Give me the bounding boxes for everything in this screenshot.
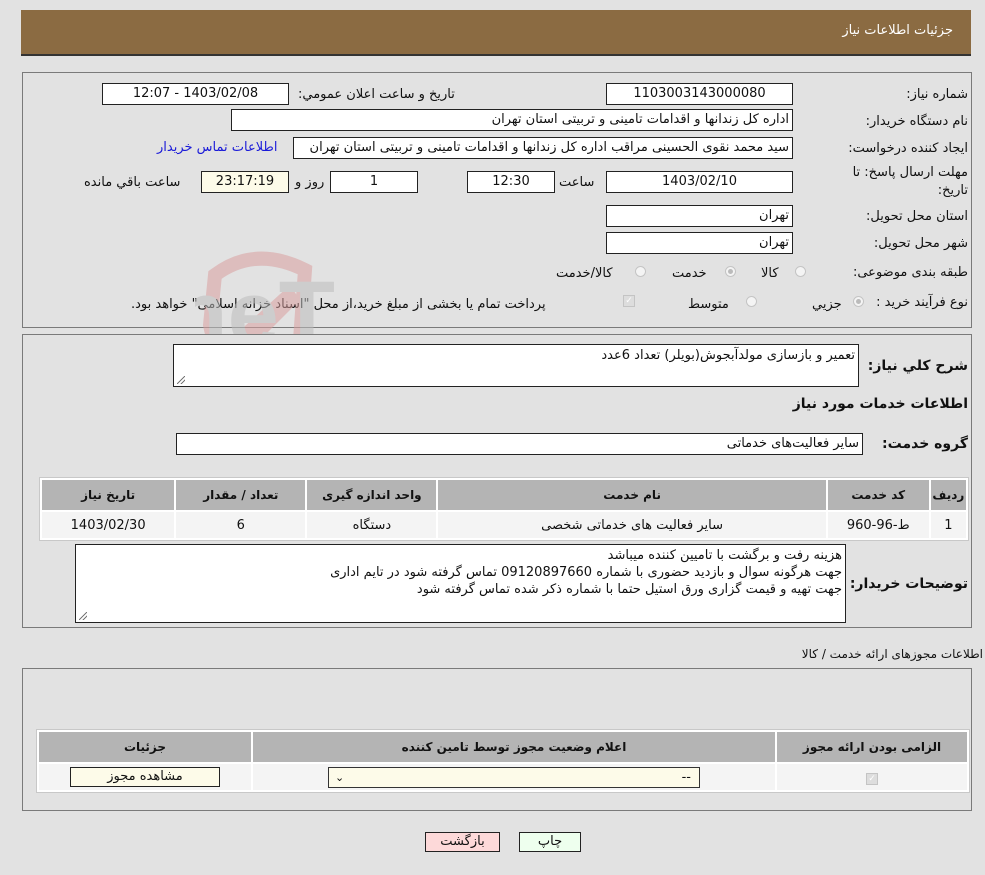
province-label: استان محل تحویل: bbox=[866, 209, 968, 224]
services-title: اطلاعات خدمات مورد نياز bbox=[792, 396, 968, 412]
col-permit-status: اعلام وضعیت مجوز توسط تامین کننده bbox=[253, 732, 775, 762]
cell-row: 1 bbox=[930, 512, 966, 538]
buyer-notes-textarea: هزینه رفت و برگشت با تامیین کننده میباشد… bbox=[75, 544, 846, 623]
cell-permit-details: مشاهده مجوز bbox=[39, 764, 251, 790]
service-group-label: گروه خدمت: bbox=[882, 436, 968, 452]
print-button[interactable]: چاپ bbox=[519, 832, 581, 852]
city-field: تهران bbox=[606, 232, 793, 254]
col-service-code: کد خدمت bbox=[827, 480, 929, 510]
permits-title: اطلاعات مجوزهای ارائه خدمت / کالا bbox=[801, 647, 983, 661]
category-radio-service[interactable] bbox=[725, 266, 736, 277]
resize-handle-icon[interactable] bbox=[79, 612, 87, 620]
col-row: رديف bbox=[930, 480, 966, 510]
cell-service-code: ط-96-960 bbox=[827, 512, 929, 538]
view-permit-button[interactable]: مشاهده مجوز bbox=[70, 767, 220, 787]
announce-label: تاريخ و ساعت اعلان عمومي: bbox=[298, 87, 455, 102]
back-button[interactable]: بازگشت bbox=[425, 832, 500, 852]
buyer-note-line: جهت هرگونه سوال و بازدید حضوری با شماره … bbox=[330, 565, 842, 580]
services-table-header: رديف کد خدمت نام خدمت واحد اندازه گيری ت… bbox=[42, 480, 966, 510]
description-label: شرح کلي نياز: bbox=[867, 358, 968, 374]
category-radio-goods[interactable] bbox=[795, 266, 806, 277]
table-row: 1 ط-96-960 سایر فعالیت های خدماتی شخصی د… bbox=[42, 512, 966, 538]
category-option-goods-service: کالا/خدمت bbox=[556, 266, 613, 281]
page-title: جزئيات اطلاعات نياز bbox=[842, 23, 953, 38]
col-permit-required: الزامی بودن ارائه مجوز bbox=[777, 732, 967, 762]
deadline-label: مهلت ارسال پاسخ: تا تاریخ: bbox=[852, 165, 968, 198]
province-field: تهران bbox=[606, 205, 793, 227]
page-header: جزئيات اطلاعات نياز bbox=[21, 10, 971, 56]
process-option-minor: جزيي bbox=[812, 297, 842, 312]
col-service-name: نام خدمت bbox=[438, 480, 826, 510]
resize-handle-icon[interactable] bbox=[177, 376, 185, 384]
deadline-time-label: ساعت bbox=[559, 175, 595, 190]
chevron-down-icon: ⌄ bbox=[335, 770, 345, 784]
buyer-note-line: هزینه رفت و برگشت با تامیین کننده میباشد bbox=[607, 548, 842, 563]
buyer-org-field: اداره کل زندانها و اقدامات تامینی و تربی… bbox=[231, 109, 793, 131]
col-unit: واحد اندازه گيری bbox=[307, 480, 437, 510]
buyer-org-label: نام دستگاه خریدار: bbox=[865, 114, 968, 129]
treasury-note: پرداخت تمام یا بخشی از مبلغ خرید،از محل … bbox=[131, 297, 546, 312]
city-label: شهر محل تحویل: bbox=[873, 236, 968, 251]
category-radio-goods-service[interactable] bbox=[635, 266, 646, 277]
category-label: طبقه بندی موضوعی: bbox=[852, 265, 968, 280]
permits-table-header: الزامی بودن ارائه مجوز اعلام وضعیت مجوز … bbox=[39, 732, 967, 762]
description-text: تعمیر و بازسازی مولدآبجوش(بویلر) تعداد 6… bbox=[601, 348, 855, 363]
permit-required-checkbox[interactable]: ✓ bbox=[866, 772, 878, 785]
category-option-goods: کالا bbox=[761, 266, 779, 281]
buyer-note-line: جهت تهیه و قیمت گزاری ورق استیل حتما با … bbox=[416, 582, 842, 597]
services-table: رديف کد خدمت نام خدمت واحد اندازه گيری ت… bbox=[39, 477, 969, 541]
process-radio-minor[interactable] bbox=[853, 296, 864, 307]
cell-service-name: سایر فعالیت های خدماتی شخصی bbox=[438, 512, 826, 538]
description-textarea: تعمیر و بازسازی مولدآبجوش(بویلر) تعداد 6… bbox=[173, 344, 859, 387]
treasury-checkbox[interactable]: ✓ bbox=[623, 295, 635, 307]
col-permit-details: جزئیات bbox=[39, 732, 251, 762]
deadline-time-field: 12:30 bbox=[467, 171, 555, 193]
creator-field: سید محمد نقوی الحسینی مراقب اداره کل زند… bbox=[293, 137, 793, 159]
process-option-medium: متوسط bbox=[688, 297, 729, 312]
cell-unit: دستگاه bbox=[307, 512, 437, 538]
permits-table: الزامی بودن ارائه مجوز اعلام وضعیت مجوز … bbox=[36, 729, 970, 793]
service-group-field: سایر فعالیت‌های خدماتی bbox=[176, 433, 863, 455]
permit-status-select[interactable]: -- ⌄ bbox=[328, 766, 700, 788]
process-label: نوع فرآیند خرید : bbox=[876, 295, 968, 310]
process-radio-medium[interactable] bbox=[746, 296, 757, 307]
need-number-field: 1103003143000080 bbox=[606, 83, 793, 105]
remaining-label: ساعت باقي مانده bbox=[84, 175, 181, 190]
table-row: ✓ -- ⌄ مشاهده مجوز bbox=[39, 764, 967, 790]
cell-quantity: 6 bbox=[176, 512, 306, 538]
buyer-notes-label: توضيحات خريدار: bbox=[849, 576, 968, 592]
deadline-date-field: 1403/02/10 bbox=[606, 171, 793, 193]
col-quantity: تعداد / مقدار bbox=[176, 480, 306, 510]
need-number-label: شماره نیاز: bbox=[906, 87, 968, 102]
cell-permit-status: -- ⌄ bbox=[253, 764, 775, 790]
announce-field: 1403/02/08 - 12:07 bbox=[102, 83, 289, 105]
remaining-time-field: 23:17:19 bbox=[201, 171, 289, 193]
cell-permit-required: ✓ bbox=[777, 764, 967, 790]
cell-need-date: 1403/02/30 bbox=[42, 512, 175, 538]
creator-label: ایجاد کننده درخواست: bbox=[848, 141, 968, 156]
permit-status-value: -- bbox=[681, 769, 691, 785]
category-option-service: خدمت bbox=[672, 266, 707, 281]
days-field: 1 bbox=[330, 171, 418, 193]
days-label: روز و bbox=[295, 175, 325, 190]
buyer-contact-link[interactable]: اطلاعات تماس خریدار bbox=[157, 140, 277, 155]
col-need-date: تاريخ نياز bbox=[42, 480, 175, 510]
